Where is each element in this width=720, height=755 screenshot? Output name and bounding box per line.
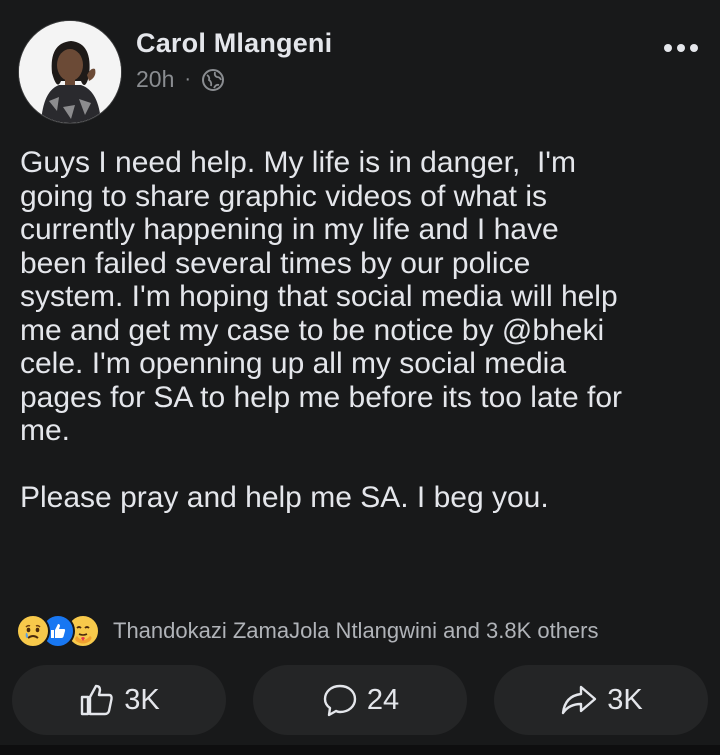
bottom-divider — [0, 745, 720, 755]
like-button[interactable]: 3K — [12, 665, 226, 735]
share-button[interactable]: 3K — [494, 665, 708, 735]
more-dot — [664, 44, 672, 52]
share-icon — [562, 685, 597, 715]
post-actions-bar: 3K 24 3K — [12, 665, 708, 735]
reaction-icons — [16, 614, 100, 648]
post-time[interactable]: 20h — [136, 66, 174, 93]
reaction-summary-text[interactable]: Thandokazi ZamaJola Ntlangwini and 3.8K … — [113, 618, 599, 644]
like-count: 3K — [124, 683, 160, 716]
share-count: 3K — [607, 683, 643, 716]
comment-count: 24 — [366, 683, 400, 716]
comment-button[interactable]: 24 — [253, 665, 467, 735]
post-body-text: Guys I need help. My life is in danger, … — [20, 146, 623, 514]
comment-icon — [323, 684, 357, 717]
sad-reaction-icon — [16, 614, 50, 648]
meta-separator: · — [184, 68, 192, 90]
author-name[interactable]: Carol Mlangeni — [136, 28, 332, 59]
globe-icon — [201, 68, 225, 92]
more-options-button[interactable] — [664, 44, 698, 52]
reactions-summary[interactable]: Thandokazi ZamaJola Ntlangwini and 3.8K … — [16, 614, 599, 648]
post-meta: 20h · — [136, 66, 225, 93]
author-avatar[interactable] — [18, 20, 122, 124]
post-header: Carol Mlangeni 20h · — [0, 0, 720, 124]
thumbs-up-icon — [81, 684, 114, 716]
more-dot — [677, 44, 685, 52]
avatar-photo — [19, 21, 121, 123]
more-dot — [690, 44, 698, 52]
